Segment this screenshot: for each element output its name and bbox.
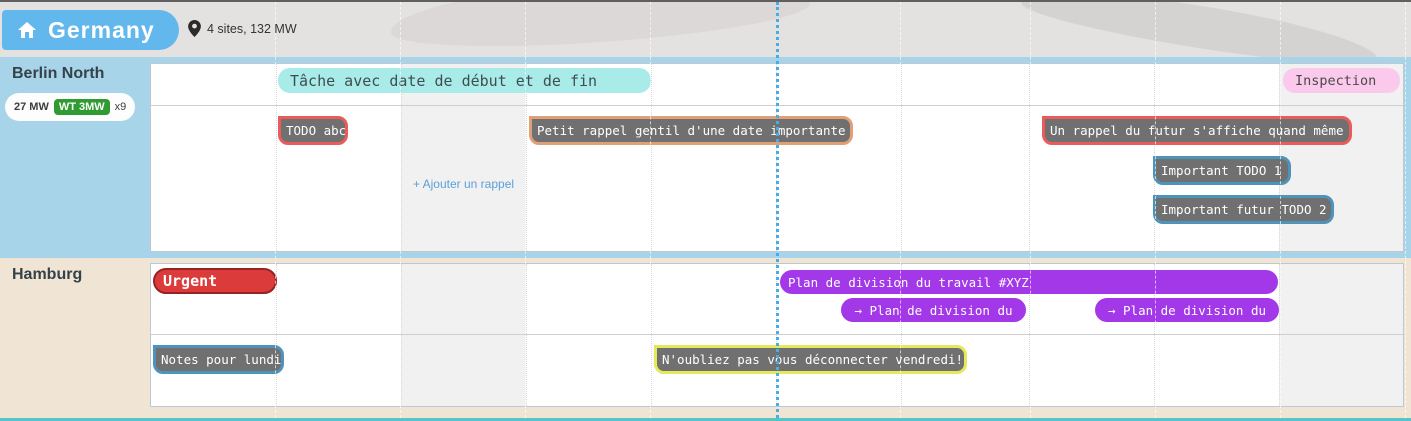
turbine-model-badge: WT 3MW (54, 99, 110, 115)
capacity-label: 27 MW (14, 101, 49, 113)
reminder-label: N'oubliez pas vous déconnecter vendredi! (662, 352, 963, 367)
day-gridline (651, 264, 652, 406)
reminder-label: Notes pour lundi (161, 352, 281, 367)
reminder-label: Important TODO 1 (1161, 163, 1281, 178)
site-row-berlin-north: Berlin North 27 MW WT 3MW x9 Tâche avec … (0, 57, 1411, 258)
sites-capacity-text: 4 sites, 132 MW (207, 22, 297, 36)
country-home-button[interactable]: Germany (2, 10, 179, 50)
weekend-shading (401, 264, 526, 406)
day-gridline (651, 64, 652, 251)
task-bar-plan-division-part-1[interactable]: → Plan de division du (841, 298, 1026, 322)
reminder-todo-abc[interactable]: TODO abc (278, 116, 348, 145)
task-label: Inspection (1295, 73, 1376, 89)
task-label: Plan de division du travail #XYZ (788, 275, 1029, 290)
reminder-label: Un rappel du futur s'affiche quand même (1050, 123, 1344, 138)
reminder-futur[interactable]: Un rappel du futur s'affiche quand même (1042, 116, 1352, 145)
reminder-petit-rappel[interactable]: Petit rappel gentil d'une date important… (529, 116, 853, 145)
day-gridline (1279, 264, 1280, 406)
day-gridline (901, 64, 902, 251)
task-bar-urgent[interactable]: Urgent (153, 268, 277, 294)
task-label: Tâche avec date de début et de fin (290, 72, 597, 90)
reminder-label: TODO abc (286, 123, 346, 138)
day-gridline (401, 264, 402, 406)
task-bar-date-range[interactable]: Tâche avec date de début et de fin (278, 68, 651, 93)
page-header: Germany 4 sites, 132 MW (0, 2, 1411, 57)
task-bar-plan-division[interactable]: Plan de division du travail #XYZ (780, 270, 1278, 294)
window-top-border (0, 0, 1411, 2)
task-label: → Plan de division du (854, 303, 1012, 318)
location-summary: 4 sites, 132 MW (188, 20, 297, 37)
site-timeline-dashboard: Germany 4 sites, 132 MW Berlin North 27 … (0, 0, 1411, 421)
reminder-label: Important futur TODO 2 (1161, 202, 1327, 217)
location-pin-icon (188, 20, 201, 37)
turbine-count-label: x9 (115, 101, 127, 113)
timeline-panel-hamburg: Urgent Plan de division du travail #XYZ … (150, 263, 1404, 407)
page-title: Germany (48, 17, 155, 44)
weekend-shading (1279, 264, 1404, 406)
day-gridline (276, 64, 277, 251)
task-label: → Plan de division du (1108, 303, 1266, 318)
reminder-label: Petit rappel gentil d'une date important… (537, 123, 846, 138)
reminder-important-todo-1[interactable]: Important TODO 1 (1153, 156, 1291, 185)
add-reminder-link[interactable]: + Ajouter un rappel (401, 177, 526, 191)
task-label: Urgent (163, 272, 217, 290)
day-gridline (776, 64, 777, 251)
site-stats-berlin-north: 27 MW WT 3MW x9 (5, 93, 135, 121)
reminder-notes-lundi[interactable]: Notes pour lundi (153, 345, 284, 374)
lane-separator (151, 105, 1403, 106)
home-icon (18, 22, 36, 38)
reminder-important-futur-todo-2[interactable]: Important futur TODO 2 (1153, 195, 1334, 224)
day-gridline (526, 264, 527, 406)
timeline-panel-berlin-north: Tâche avec date de début et de fin Inspe… (150, 63, 1404, 252)
day-gridline (1029, 64, 1030, 251)
task-bar-inspection[interactable]: Inspection (1283, 68, 1400, 93)
day-gridline (776, 264, 777, 406)
site-name-hamburg[interactable]: Hamburg (12, 266, 82, 284)
site-row-hamburg: Hamburg Urgent Plan de division du trava… (0, 258, 1411, 418)
reminder-deconnecter-vendredi[interactable]: N'oubliez pas vous déconnecter vendredi! (654, 345, 967, 374)
site-name-berlin-north[interactable]: Berlin North (12, 65, 104, 83)
task-bar-plan-division-part-2[interactable]: → Plan de division du (1095, 298, 1279, 322)
lane-separator (151, 334, 1403, 335)
